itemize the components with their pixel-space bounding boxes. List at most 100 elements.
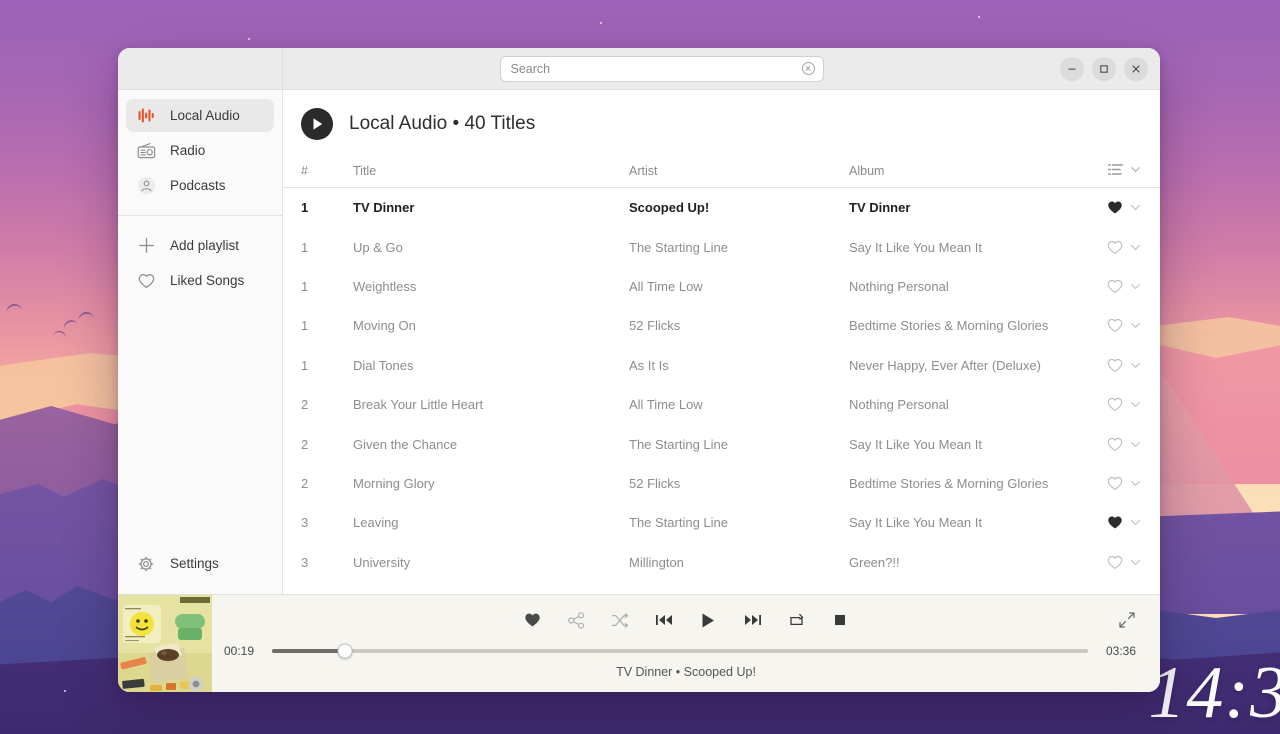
heart-filled-icon[interactable] (1107, 515, 1123, 530)
track-album: Nothing Personal (849, 278, 949, 294)
track-menu-chevron-down-icon[interactable] (1129, 477, 1142, 490)
track-menu-chevron-down-icon[interactable] (1129, 556, 1142, 569)
clear-search-icon[interactable] (801, 62, 815, 75)
heart-outline-icon[interactable] (1107, 279, 1123, 294)
sidebar-item-liked-songs[interactable]: Liked Songs (126, 264, 274, 297)
sidebar-item-label: Local Audio (170, 108, 240, 123)
play-button[interactable] (697, 609, 719, 631)
heart-outline-icon[interactable] (1107, 437, 1123, 452)
expand-button[interactable] (1118, 611, 1136, 634)
music-player-window: Local Audio Radio (118, 48, 1160, 692)
table-row[interactable]: 1 Dial Tones As It Is Never Happy, Ever Aft… (283, 346, 1160, 385)
album-cover-image (118, 595, 212, 692)
track-number: 3 (301, 515, 309, 531)
column-header-album[interactable]: Album (849, 164, 1080, 178)
column-header-actions (1080, 163, 1142, 179)
previous-button[interactable] (653, 609, 675, 631)
track-menu-chevron-down-icon[interactable] (1129, 438, 1142, 451)
sidebar-item-label: Liked Songs (170, 273, 245, 288)
bird-icon (77, 310, 95, 322)
table-row[interactable]: 1 Up & Go The Starting Line Say It Like You… (283, 227, 1160, 266)
seek-slider[interactable] (272, 643, 1088, 659)
table-row[interactable]: 2 Break Your Little Heart All Time Low Noth… (283, 385, 1160, 424)
track-menu-chevron-down-icon[interactable] (1129, 241, 1142, 254)
table-row[interactable]: 1 Weightless All Time Low Nothing Personal (283, 267, 1160, 306)
sidebar-divider (118, 215, 282, 216)
track-menu-chevron-down-icon[interactable] (1129, 319, 1142, 332)
track-number: 2 (301, 475, 309, 491)
table-row[interactable]: 1 TV Dinner Scooped Up! TV Dinner (283, 188, 1160, 227)
track-title: Moving On (353, 318, 416, 334)
shuffle-button[interactable] (609, 609, 631, 631)
track-menu-chevron-down-icon[interactable] (1129, 280, 1142, 293)
bird-icon (5, 302, 23, 314)
track-menu-chevron-down-icon[interactable] (1129, 398, 1142, 411)
heart-outline-icon[interactable] (1107, 476, 1123, 491)
share-button[interactable] (565, 609, 587, 631)
track-actions (1080, 476, 1142, 491)
star-icon (248, 38, 250, 40)
column-header-title[interactable]: Title (353, 164, 629, 178)
sidebar-item-add-playlist[interactable]: Add playlist (126, 229, 274, 262)
heart-outline-icon[interactable] (1107, 555, 1123, 570)
track-menu-chevron-down-icon[interactable] (1129, 516, 1142, 529)
heart-outline-icon[interactable] (1107, 397, 1123, 412)
heart-outline-icon[interactable] (1107, 318, 1123, 333)
sort-list-icon[interactable] (1107, 163, 1124, 179)
next-button[interactable] (741, 609, 763, 631)
close-button[interactable] (1124, 56, 1148, 81)
sidebar-item-radio[interactable]: Radio (126, 134, 274, 167)
duration-time: 03:36 (1105, 644, 1136, 658)
player-bar: 00:19 03:36 TV Dinner • Scooped Up! (118, 594, 1160, 692)
track-actions (1080, 555, 1142, 570)
heart-outline-icon[interactable] (1107, 240, 1123, 255)
sidebar: Local Audio Radio Podcasts Add playlist … (118, 90, 283, 594)
search-bar[interactable] (499, 55, 824, 82)
heart-outline-icon[interactable] (1107, 358, 1123, 373)
seek-handle[interactable] (337, 643, 353, 659)
track-title: Given the Chance (353, 436, 458, 452)
track-title: Weightless (353, 278, 417, 294)
track-number: 1 (301, 357, 309, 373)
track-number: 2 (301, 397, 309, 413)
sidebar-item-settings[interactable]: Settings (126, 547, 274, 580)
table-row[interactable]: 3 Leaving The Starting Line Say It Like You… (283, 503, 1160, 542)
table-row[interactable]: 3 University Millington Green?!! (283, 543, 1160, 582)
headerbar-sidebar-region (118, 48, 283, 89)
heart-filled-icon[interactable] (1107, 200, 1123, 215)
track-artist: The Starting Line (629, 436, 729, 452)
heart-icon (136, 271, 156, 291)
table-row[interactable]: 2 Given the Chance The Starting Line Say It… (283, 424, 1160, 463)
window-body: Local Audio Radio Podcasts Add playlist … (118, 90, 1160, 594)
track-title: Morning Glory (353, 475, 435, 491)
seek-row: 00:19 03:36 (212, 643, 1160, 659)
player-main: 00:19 03:36 TV Dinner • Scooped Up! (212, 595, 1160, 692)
track-title: Break Your Little Heart (353, 397, 484, 413)
table-row[interactable]: 2 Morning Glory 52 Flicks Bedtime Stories &… (283, 464, 1160, 503)
album-art[interactable] (118, 595, 212, 692)
sidebar-item-label: Radio (170, 143, 206, 158)
repeat-button[interactable] (785, 609, 807, 631)
desktop-clock: 14:3 (1148, 652, 1280, 734)
track-artist: 52 Flicks (629, 475, 681, 491)
like-button[interactable] (521, 609, 543, 631)
sidebar-item-podcasts[interactable]: Podcasts (126, 169, 274, 202)
search-input[interactable] (510, 61, 802, 76)
header-chevron-down-icon[interactable] (1129, 163, 1142, 179)
column-header-number[interactable]: # (283, 164, 353, 178)
play-all-button[interactable] (301, 108, 333, 140)
column-header-artist[interactable]: Artist (629, 164, 849, 178)
track-title: Up & Go (353, 239, 403, 255)
track-menu-chevron-down-icon[interactable] (1129, 359, 1142, 372)
minimize-button[interactable] (1060, 56, 1084, 81)
player-transport-controls (212, 609, 1160, 631)
stop-button[interactable] (829, 609, 851, 631)
seek-fill (272, 649, 346, 653)
maximize-button[interactable] (1092, 56, 1116, 81)
track-artist: All Time Low (629, 397, 703, 413)
track-number: 3 (301, 554, 309, 570)
sidebar-item-local-audio[interactable]: Local Audio (126, 99, 274, 132)
track-menu-chevron-down-icon[interactable] (1129, 201, 1142, 214)
table-row[interactable]: 1 Moving On 52 Flicks Bedtime Stories & Mor… (283, 306, 1160, 345)
